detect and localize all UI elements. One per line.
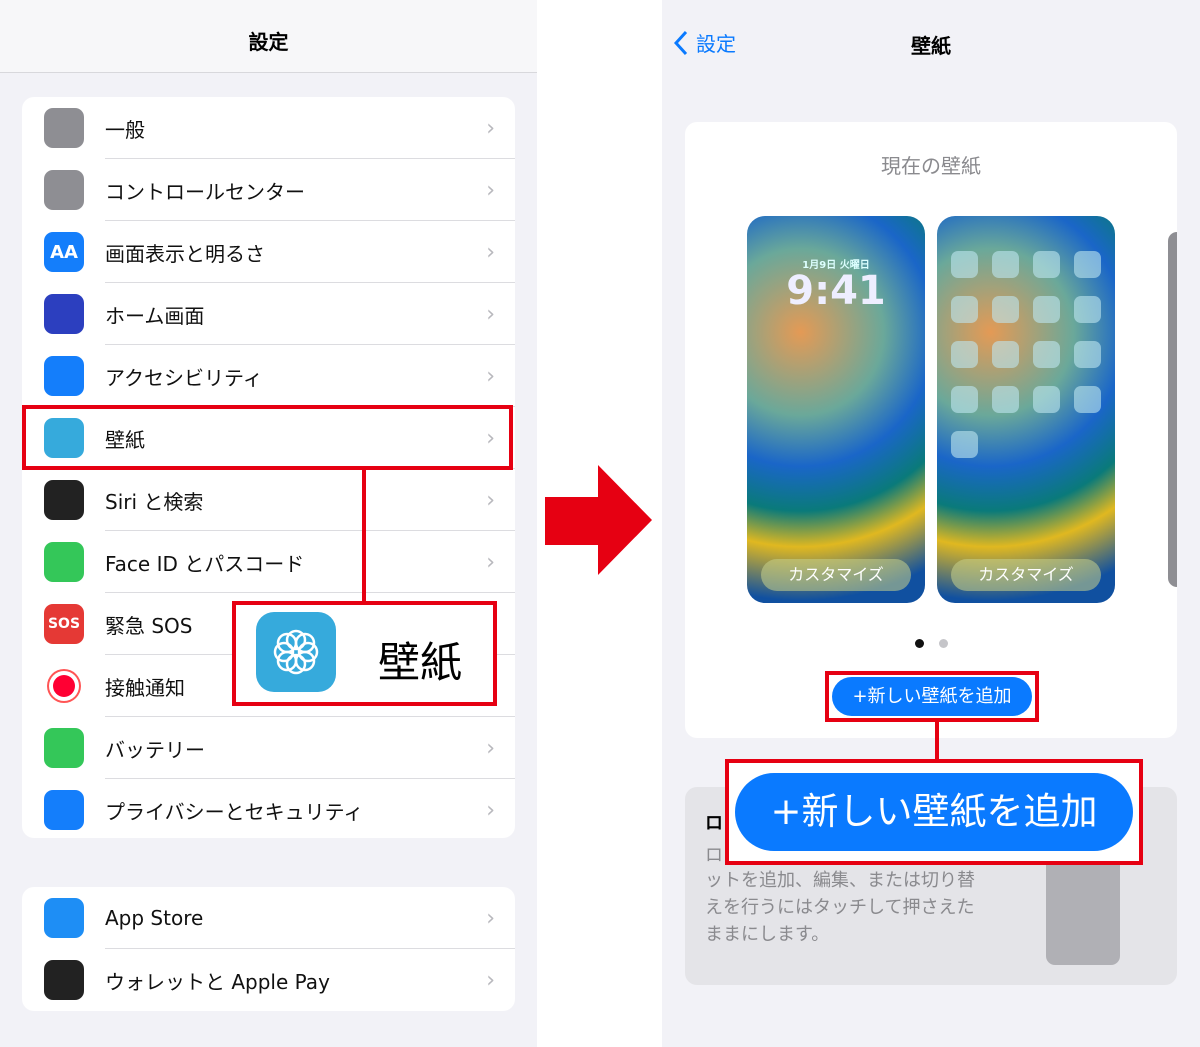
accessibility-icon: [44, 356, 84, 396]
app-icon-placeholder: [992, 341, 1019, 368]
settings-group-2: App Store › ウォレットと Apple Pay ›: [22, 887, 515, 1011]
hand-icon: [44, 790, 84, 830]
app-icon-placeholder: [1074, 251, 1101, 278]
settings-row[interactable]: アクセシビリティ ›: [22, 345, 515, 407]
page-dot-active[interactable]: [915, 639, 924, 648]
current-wallpaper-label: 現在の壁紙: [881, 154, 981, 178]
arrow-right-icon: [545, 465, 652, 575]
app-icon-placeholder: [1033, 341, 1060, 368]
app-icon-placeholder: [951, 341, 978, 368]
customize-lock-button[interactable]: カスタマイズ: [761, 559, 911, 591]
app-icon-placeholder: [992, 386, 1019, 413]
app-icon-placeholder: [951, 431, 978, 458]
settings-row[interactable]: Siri と検索 ›: [22, 469, 515, 531]
app-icon-placeholder: [951, 386, 978, 413]
lock-time: 9:41: [786, 268, 886, 314]
chevron-right-icon: ›: [486, 735, 495, 761]
callout-label: 壁紙: [378, 638, 463, 687]
callout-box: 壁紙: [232, 601, 497, 706]
face-id-icon: [44, 542, 84, 582]
exposure-icon: [44, 666, 84, 706]
sos-icon: SOS: [44, 604, 84, 644]
page-title: 設定: [248, 30, 289, 54]
settings-row[interactable]: ホーム画面 ›: [22, 283, 515, 345]
chevron-right-icon: ›: [486, 967, 495, 993]
chevron-right-icon: ›: [486, 905, 495, 931]
app-icon-placeholder: [1033, 251, 1060, 278]
settings-row[interactable]: AA 画面表示と明るさ ›: [22, 221, 515, 283]
chevron-right-icon: ›: [486, 363, 495, 389]
text-size-icon: AA: [44, 232, 84, 272]
app-icon-placeholder: [1074, 386, 1101, 413]
app-icon-placeholder: [951, 251, 978, 278]
app-icon-placeholder: [992, 296, 1019, 323]
highlight-box: [22, 405, 513, 470]
app-icon-placeholder: [1074, 341, 1101, 368]
lock-thumbnail: [1046, 860, 1120, 965]
settings-row-label: ホーム画面: [105, 303, 205, 328]
customize-home-button[interactable]: カスタマイズ: [951, 559, 1101, 591]
app-icon-placeholder: [1033, 386, 1060, 413]
chevron-right-icon: ›: [486, 487, 495, 513]
info-line: ロ: [705, 845, 723, 866]
app-icon-placeholder: [951, 296, 978, 323]
battery-icon: [44, 728, 84, 768]
app-icon-placeholder: [1074, 296, 1101, 323]
settings-row[interactable]: 一般 ›: [22, 97, 515, 159]
app-icon-placeholder: [1033, 296, 1060, 323]
app-store-icon: [44, 898, 84, 938]
current-wallpaper-card: 現在の壁紙 1月9日 火曜日 9:41 カスタマイズ カスタマイズ: [685, 122, 1177, 738]
settings-row-label: バッテリー: [105, 737, 205, 762]
siri-icon: [44, 480, 84, 520]
chevron-right-icon: ›: [486, 549, 495, 575]
page-dot[interactable]: [939, 639, 948, 648]
settings-row-label: 一般: [105, 117, 145, 142]
chevron-right-icon: ›: [486, 797, 495, 823]
settings-row-label: コントロールセンター: [105, 179, 305, 204]
info-text: ットを追加、編集、または切り替 えを行うにはタッチして押さえた ままにします。: [705, 867, 975, 948]
info-line: えを行うにはタッチして押さえた: [705, 897, 975, 918]
home-grid-icon: [44, 294, 84, 334]
connector-line: [362, 469, 366, 602]
settings-row-label: 画面表示と明るさ: [105, 241, 265, 266]
nav-bar: 設定: [0, 0, 537, 73]
settings-panel: 設定 一般 › コントロールセンター › AA 画面表示と明るさ › ホーム画面 › アクセシビリ…: [0, 0, 537, 1047]
settings-row-label: App Store: [105, 906, 204, 930]
chevron-right-icon: ›: [486, 115, 495, 141]
add-wallpaper-button-zoom: +新しい壁紙を追加: [735, 773, 1133, 851]
settings-row[interactable]: プライバシーとセキュリティ ›: [22, 779, 515, 838]
chevron-right-icon: ›: [486, 301, 495, 327]
settings-row[interactable]: ウォレットと Apple Pay ›: [22, 949, 515, 1011]
settings-row-label: 接触通知: [105, 675, 185, 700]
wallpaper-panel: 設定 壁紙 現在の壁紙 1月9日 火曜日 9:41 カスタマイズ カスタマイズ …: [662, 0, 1200, 1047]
settings-row[interactable]: コントロールセンター ›: [22, 159, 515, 221]
settings-row-label: プライバシーとセキュリティ: [105, 799, 364, 824]
info-title: ロ: [705, 813, 723, 834]
settings-row-label: 緊急 SOS: [105, 613, 193, 638]
wallpaper-flower-icon: [256, 612, 336, 692]
chevron-right-icon: ›: [486, 239, 495, 265]
gear-icon: [44, 108, 84, 148]
settings-row[interactable]: Face ID とパスコード ›: [22, 531, 515, 593]
toggle-icon: [44, 170, 84, 210]
callout-box: +新しい壁紙を追加: [725, 759, 1143, 865]
connector-line: [935, 721, 939, 761]
settings-row-label: ウォレットと Apple Pay: [105, 969, 330, 994]
settings-row-label: Face ID とパスコード: [105, 551, 305, 576]
info-line: ままにします。: [705, 924, 830, 945]
chevron-right-icon: ›: [486, 177, 495, 203]
settings-row[interactable]: App Store ›: [22, 887, 515, 949]
settings-row-label: アクセシビリティ: [105, 365, 263, 390]
settings-row-label: Siri と検索: [105, 489, 204, 514]
page-title: 壁紙: [911, 34, 951, 58]
info-line: ットを追加、編集、または切り替: [705, 870, 975, 891]
next-wallpaper-preview[interactable]: [1168, 232, 1177, 587]
settings-row[interactable]: バッテリー ›: [22, 717, 515, 779]
app-icon-placeholder: [992, 251, 1019, 278]
add-wallpaper-button[interactable]: +新しい壁紙を追加: [832, 677, 1032, 716]
lock-screen-preview[interactable]: 1月9日 火曜日 9:41 カスタマイズ: [747, 216, 925, 603]
home-screen-preview[interactable]: カスタマイズ: [937, 216, 1115, 603]
wallet-icon: [44, 960, 84, 1000]
